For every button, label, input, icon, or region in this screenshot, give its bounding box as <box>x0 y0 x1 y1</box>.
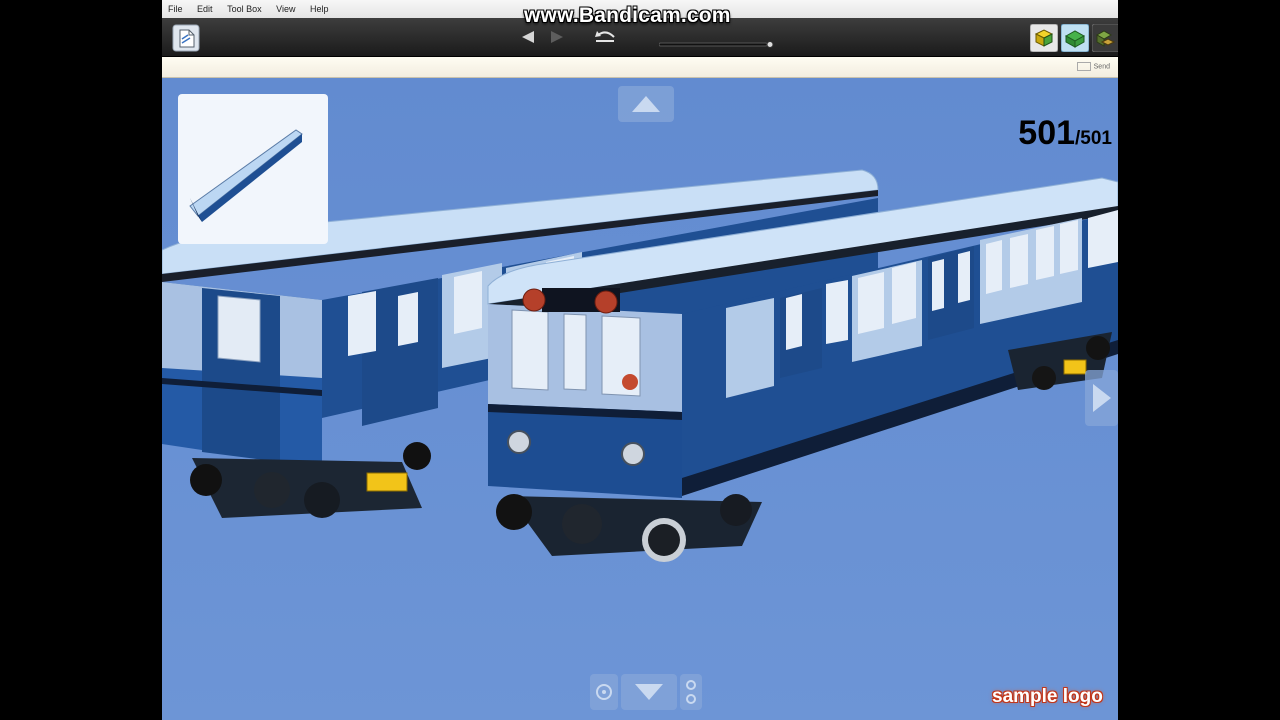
ldd-mode-button[interactable] <box>1091 23 1118 57</box>
send-label: Send <box>1093 63 1110 71</box>
step-forward-button[interactable] <box>549 30 565 49</box>
arrow-right-icon <box>1085 370 1118 426</box>
rotate-icon <box>595 31 615 42</box>
front-train-car <box>487 177 1118 562</box>
new-model-button[interactable] <box>172 24 200 57</box>
sample-logo: sample logo <box>992 686 1103 707</box>
info-bar: Send <box>162 57 1118 78</box>
train-thumbnail-icon <box>189 129 303 222</box>
envelope-icon <box>1076 62 1091 71</box>
menu-file[interactable]: File <box>162 0 189 14</box>
document-icon <box>172 24 200 52</box>
menu-help[interactable]: Help <box>304 0 335 14</box>
3d-viewport[interactable]: 501/501 <box>162 78 1118 720</box>
menu-view[interactable]: View <box>270 0 301 14</box>
step-counter: 501/501 <box>1018 114 1112 153</box>
arrow-down-icon <box>621 674 677 710</box>
menu-toolbox[interactable]: Tool Box <box>221 0 268 14</box>
arrow-up-icon <box>618 86 674 122</box>
ldd-mode-icon <box>1091 23 1118 53</box>
zoom-button[interactable] <box>590 674 618 715</box>
navigate-down-button[interactable] <box>621 674 677 715</box>
view-mode-button[interactable] <box>1060 23 1090 57</box>
send-button[interactable]: Send <box>1076 62 1110 71</box>
build-mode-icon <box>1029 23 1059 53</box>
zoom-icon <box>590 674 618 710</box>
ldd-building-instructions-window: File Edit Tool Box View Help Send 501/50… <box>162 0 1118 720</box>
view-mode-icon <box>1060 23 1090 53</box>
build-mode-button[interactable] <box>1029 23 1059 57</box>
step-back-icon <box>522 31 534 43</box>
step-slider[interactable] <box>658 36 775 54</box>
navigate-right-button[interactable] <box>1085 370 1118 431</box>
step-forward-icon <box>551 31 563 43</box>
replay-button[interactable] <box>592 27 620 52</box>
part-preview-panel <box>178 94 328 244</box>
menu-edit[interactable]: Edit <box>191 0 219 14</box>
current-step: 501 <box>1018 114 1076 152</box>
camera-button[interactable] <box>680 674 702 715</box>
total-steps: /501 <box>1075 128 1112 149</box>
camera-icon <box>680 674 702 710</box>
navigate-up-button[interactable] <box>618 86 674 127</box>
step-back-button[interactable] <box>520 30 536 49</box>
recorder-watermark: www.Bandicam.com <box>524 4 731 27</box>
